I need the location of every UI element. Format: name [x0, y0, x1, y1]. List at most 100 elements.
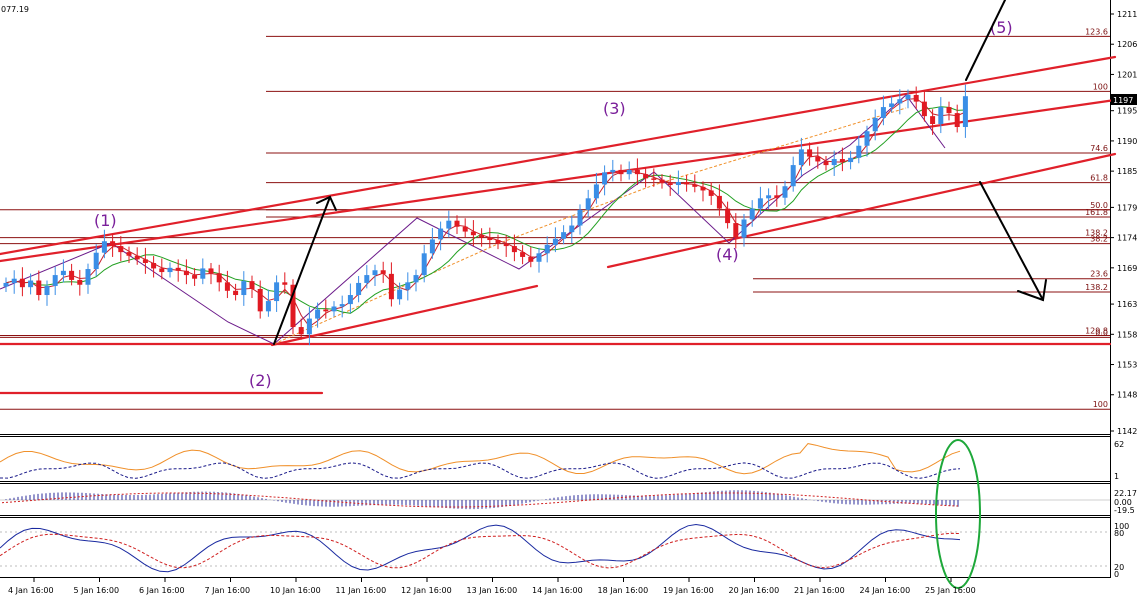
candle-body: [118, 246, 124, 253]
price-tick-label: 1195: [1117, 107, 1137, 116]
candle-body: [192, 275, 198, 279]
candle-body: [388, 273, 394, 300]
channel-lower-line: [606, 152, 1117, 269]
arrow-down-icon: [979, 181, 1044, 301]
price-tick-label: 1179: [1117, 203, 1137, 212]
candle-body: [495, 240, 501, 244]
candle-body: [446, 220, 452, 229]
candle-body: [479, 235, 485, 238]
candle-body: [544, 244, 550, 254]
candle-body: [930, 116, 936, 124]
fib-label: 138.2: [1085, 283, 1108, 292]
price-tick-label: 1174: [1117, 234, 1137, 243]
candle-body: [839, 159, 845, 163]
candle-body: [602, 172, 608, 185]
candle-body: [634, 169, 640, 175]
candle-body: [233, 290, 239, 296]
candle-body: [175, 267, 181, 271]
highlight-ellipse: [935, 439, 981, 589]
stoch-d-line: [0, 532, 961, 569]
candle-body: [274, 282, 280, 302]
wave-label-3: (3): [603, 99, 626, 118]
candle-body: [708, 190, 714, 196]
price-axis: 1211 1206 1201 1195 1190 1185 1179 1174 1169 1163…: [1110, 10, 1137, 436]
candle-body: [790, 165, 796, 187]
indicator-1-signal: [0, 462, 961, 479]
candle-body: [807, 149, 813, 157]
candle-body: [323, 309, 329, 312]
wave-label-1: (1): [94, 211, 117, 230]
candle-body: [421, 253, 427, 276]
arrow-up-icon: [273, 196, 331, 345]
candle-body: [183, 270, 189, 276]
candle-body: [823, 161, 829, 166]
candle-body: [241, 281, 247, 296]
candle-body: [528, 256, 534, 262]
candle-body: [429, 239, 435, 254]
fib-label: 38.2: [1090, 235, 1108, 244]
candle-body: [798, 149, 804, 166]
fib-label: 61.8: [1090, 174, 1108, 183]
candle-body: [593, 184, 599, 199]
candle-body: [85, 269, 91, 285]
price-tick-label: 1153: [1117, 361, 1137, 370]
time-label: 11 Jan 16:00: [336, 586, 387, 595]
candle-body: [60, 270, 66, 276]
fibonacci-levels: 123.610074.661.850.0161.8138.238.223.613…: [0, 27, 1110, 410]
candle-body: [552, 238, 558, 245]
price-tick-label: 1190: [1117, 137, 1137, 146]
svg-text:80: 80: [1114, 529, 1124, 538]
candle-body: [331, 306, 337, 312]
candle-body: [101, 241, 107, 253]
candle-body: [110, 241, 116, 247]
indicator-panel-1: [0, 443, 961, 479]
svg-text:1: 1: [1114, 472, 1119, 481]
price-tick-label: 1163: [1117, 300, 1137, 309]
time-label: 25 Jan 16:00: [925, 586, 976, 595]
time-label: 6 Jan 16:00: [139, 586, 185, 595]
time-label: 14 Jan 16:00: [532, 586, 583, 595]
candle-body: [216, 273, 222, 283]
candle-body: [487, 237, 493, 241]
header-value: 077.19: [1, 5, 29, 14]
candle-body: [356, 282, 362, 296]
fib-label: 100: [1093, 82, 1108, 91]
arrow-wave5-line: [965, 0, 1006, 81]
candle-body: [151, 262, 157, 269]
candle-body: [77, 279, 83, 285]
candle-body: [249, 281, 255, 289]
candle-body: [69, 270, 75, 280]
candle-body: [774, 195, 780, 198]
candle-body: [3, 282, 9, 287]
candle-body: [315, 309, 321, 319]
price-chart: 077.19 123.610074.661.850.0161.8138.238.…: [0, 0, 1137, 595]
candle-body: [659, 179, 665, 184]
candle-body: [938, 107, 944, 124]
time-label: 4 Jan 16:00: [8, 586, 54, 595]
svg-text:-19.5: -19.5: [1114, 506, 1135, 515]
time-label: 20 Jan 16:00: [729, 586, 780, 595]
candle-body: [11, 278, 17, 283]
candle-body: [397, 289, 403, 300]
candle-body: [946, 107, 952, 114]
indicator-1-line: [0, 443, 961, 475]
wave-label-5: (5): [990, 18, 1013, 37]
candle-body: [142, 259, 148, 263]
candle-body: [815, 156, 821, 162]
price-tick-label: 1158: [1117, 330, 1137, 339]
candle-body: [618, 169, 624, 175]
candle-body: [298, 327, 304, 335]
candle-body: [577, 209, 583, 226]
candle-body: [880, 107, 886, 118]
candle-body: [44, 285, 50, 296]
candle-body: [643, 174, 649, 179]
time-label: 12 Jan 16:00: [401, 586, 452, 595]
price-tick-label: 1201: [1117, 70, 1137, 79]
candle-body: [700, 186, 706, 191]
candle-body: [848, 157, 854, 163]
candle-body: [651, 178, 657, 180]
candle-body: [733, 223, 739, 238]
price-tick-label: 1185: [1117, 167, 1137, 176]
candle-body: [282, 282, 288, 285]
wave-label-2: (2): [249, 371, 272, 390]
